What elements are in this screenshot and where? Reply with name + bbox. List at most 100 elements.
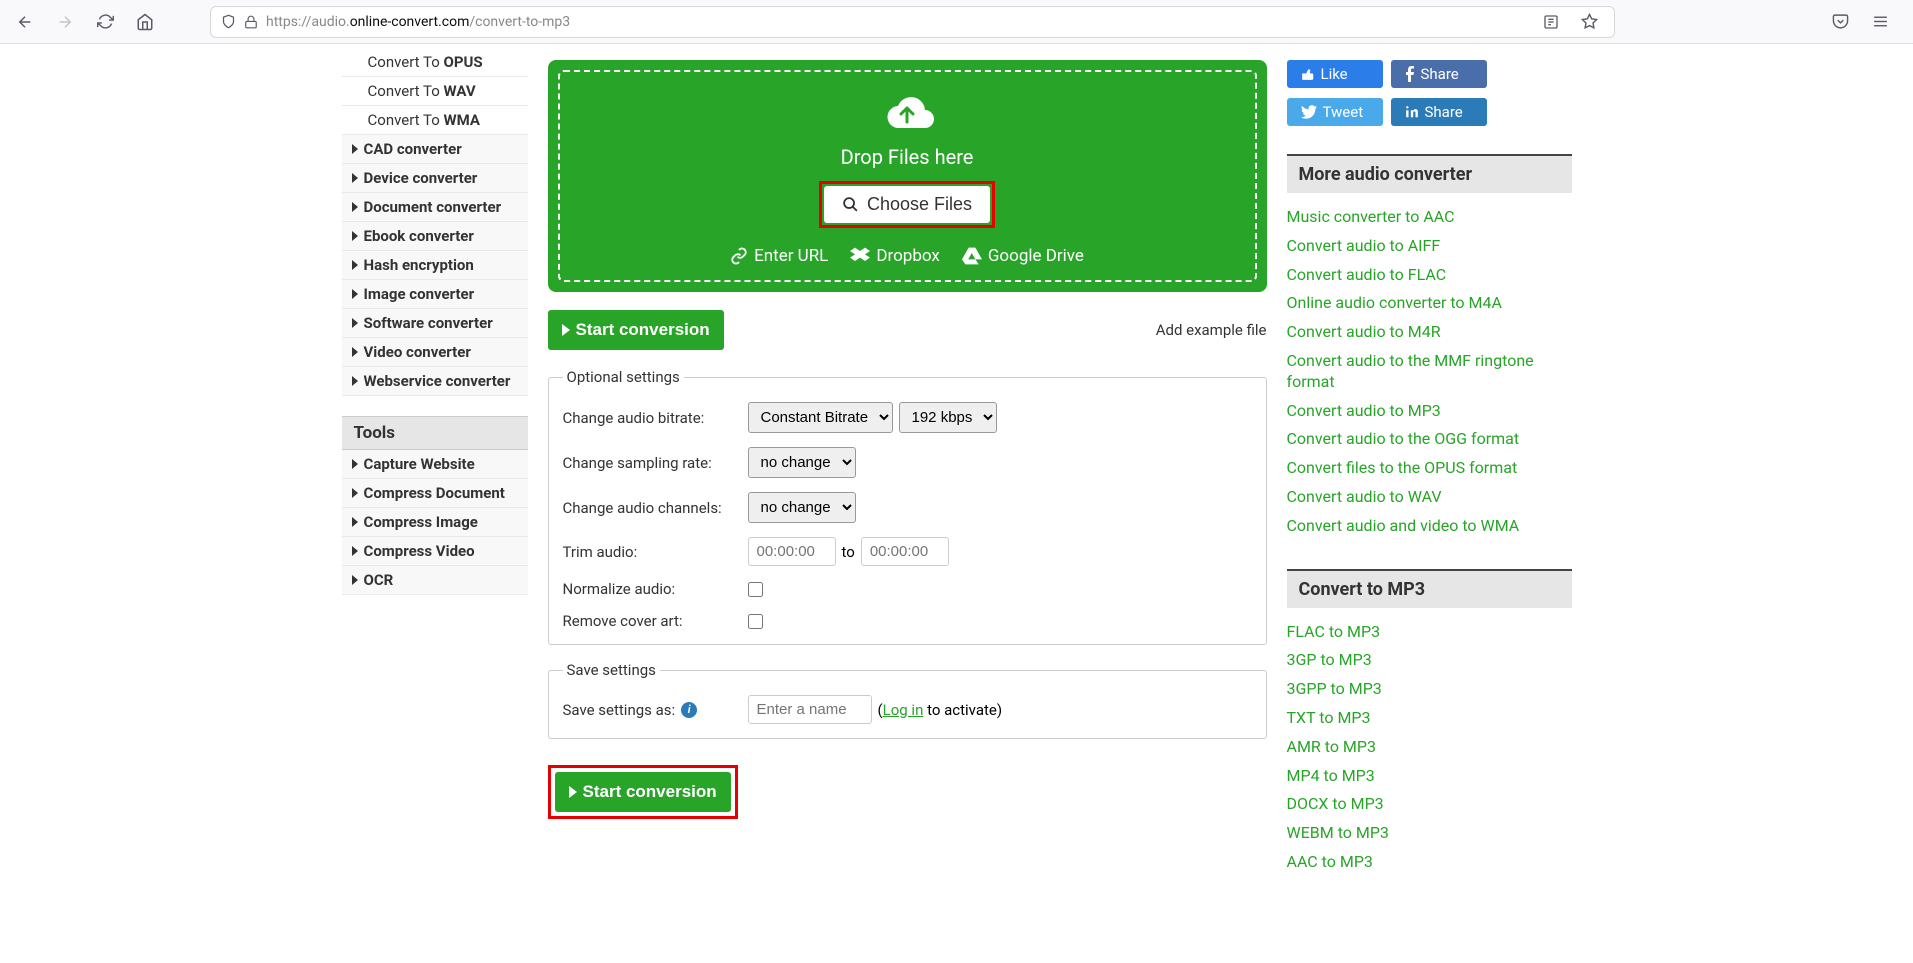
- choose-files-highlight: Choose Files: [819, 181, 995, 228]
- twitter-icon: [1301, 105, 1317, 119]
- mp3-converter-link[interactable]: DOCX to MP3: [1287, 790, 1572, 819]
- google-drive-link[interactable]: Google Drive: [962, 246, 1084, 266]
- tools-header: Tools: [342, 416, 528, 450]
- tweet-button[interactable]: Tweet: [1287, 98, 1383, 126]
- more-converter-link[interactable]: Convert audio to AIFF: [1287, 232, 1572, 261]
- reload-button[interactable]: [90, 7, 120, 37]
- optional-settings-fieldset: Optional settings Change audio bitrate: …: [548, 368, 1267, 645]
- more-converter-link[interactable]: Convert audio to the OGG format: [1287, 425, 1572, 454]
- facebook-icon: [1405, 66, 1415, 82]
- add-example-file-link[interactable]: Add example file: [1156, 321, 1267, 339]
- more-converter-link[interactable]: Convert audio to WAV: [1287, 483, 1572, 512]
- login-link[interactable]: Log in: [883, 701, 924, 719]
- cloud-upload-icon: [877, 90, 937, 135]
- sampling-label: Change sampling rate:: [563, 454, 748, 472]
- start-conversion-button-bottom[interactable]: Start conversion: [555, 772, 731, 812]
- optional-settings-legend: Optional settings: [563, 368, 684, 386]
- dropzone[interactable]: Drop Files here Choose Files Enter U: [548, 60, 1267, 292]
- trim-end-input[interactable]: [861, 537, 949, 566]
- mp3-converter-link[interactable]: 3GP to MP3: [1287, 646, 1572, 675]
- fb-like-button[interactable]: Like: [1287, 60, 1383, 88]
- mp3-converter-link[interactable]: AMR to MP3: [1287, 733, 1572, 762]
- channels-label: Change audio channels:: [563, 499, 748, 517]
- login-prompt: (Log in to activate): [878, 701, 1003, 719]
- lock-icon: [244, 15, 258, 29]
- sidebar-category-item[interactable]: Webservice converter: [342, 367, 528, 396]
- sidebar-tool-item[interactable]: OCR: [342, 566, 528, 595]
- save-settings-legend: Save settings: [563, 661, 660, 679]
- more-converter-link[interactable]: Convert files to the OPUS format: [1287, 454, 1572, 483]
- start-conversion-highlight: Start conversion: [548, 765, 738, 819]
- sidebar-category-item[interactable]: CAD converter: [342, 135, 528, 164]
- sidebar-category-item[interactable]: Document converter: [342, 193, 528, 222]
- drop-files-text: Drop Files here: [560, 145, 1255, 169]
- mp3-converter-link[interactable]: AAC to MP3: [1287, 848, 1572, 877]
- sidebar-category-item[interactable]: Device converter: [342, 164, 528, 193]
- sidebar-tool-item[interactable]: Compress Video: [342, 537, 528, 566]
- mp3-converter-link[interactable]: FLAC to MP3: [1287, 618, 1572, 647]
- trim-label: Trim audio:: [563, 543, 748, 561]
- sidebar-tool-item[interactable]: Capture Website: [342, 450, 528, 479]
- url-text: https://audio.online-convert.com/convert…: [266, 14, 1528, 30]
- save-name-input[interactable]: [748, 695, 872, 724]
- more-converter-link[interactable]: Music converter to AAC: [1287, 203, 1572, 232]
- mp3-converter-link[interactable]: MP4 to MP3: [1287, 762, 1572, 791]
- sidebar-category-item[interactable]: Hash encryption: [342, 251, 528, 280]
- url-bar[interactable]: https://audio.online-convert.com/convert…: [210, 6, 1615, 38]
- sidebar-category-item[interactable]: Video converter: [342, 338, 528, 367]
- cover-art-label: Remove cover art:: [563, 612, 748, 630]
- more-converter-header: More audio converter: [1287, 154, 1572, 193]
- bitrate-value-select[interactable]: 192 kbps: [899, 402, 997, 433]
- fb-share-button[interactable]: Share: [1391, 60, 1487, 88]
- sidebar-category-item[interactable]: Image converter: [342, 280, 528, 309]
- pocket-icon[interactable]: [1825, 7, 1855, 37]
- sidebar-category-item[interactable]: Ebook converter: [342, 222, 528, 251]
- more-converter-link[interactable]: Online audio converter to M4A: [1287, 289, 1572, 318]
- trim-start-input[interactable]: [748, 537, 836, 566]
- back-button[interactable]: [10, 7, 40, 37]
- dropbox-link[interactable]: Dropbox: [850, 246, 940, 266]
- bitrate-label: Change audio bitrate:: [563, 409, 748, 427]
- sampling-select[interactable]: no change: [748, 447, 856, 478]
- more-converter-link[interactable]: Convert audio to FLAC: [1287, 261, 1572, 290]
- right-sidebar: Like Share Tweet Share More audio conver…: [1287, 48, 1572, 877]
- bookmark-icon[interactable]: [1574, 7, 1604, 37]
- search-icon: [842, 196, 859, 213]
- google-drive-icon: [962, 247, 982, 265]
- dropbox-icon: [850, 247, 870, 265]
- link-icon: [730, 247, 748, 265]
- bitrate-mode-select[interactable]: Constant Bitrate: [748, 402, 893, 433]
- more-converter-link[interactable]: Convert audio to MP3: [1287, 397, 1572, 426]
- sidebar-tool-item[interactable]: Compress Document: [342, 479, 528, 508]
- sidebar: Convert To OPUSConvert To WAVConvert To …: [342, 48, 528, 877]
- more-converter-link[interactable]: Convert audio and video to WMA: [1287, 512, 1572, 541]
- thumbs-up-icon: [1301, 67, 1315, 81]
- forward-button[interactable]: [50, 7, 80, 37]
- choose-files-button[interactable]: Choose Files: [824, 186, 990, 223]
- main-content: Drop Files here Choose Files Enter U: [548, 48, 1267, 877]
- save-as-label: Save settings as: i: [563, 701, 718, 719]
- linkedin-share-button[interactable]: Share: [1391, 98, 1487, 126]
- mp3-converter-link[interactable]: TXT to MP3: [1287, 704, 1572, 733]
- mp3-converter-link[interactable]: WEBM to MP3: [1287, 819, 1572, 848]
- home-button[interactable]: [130, 7, 160, 37]
- channels-select[interactable]: no change: [748, 492, 856, 523]
- enter-url-link[interactable]: Enter URL: [730, 246, 828, 266]
- save-settings-fieldset: Save settings Save settings as: i (Log i…: [548, 661, 1267, 739]
- start-conversion-button-top[interactable]: Start conversion: [548, 310, 724, 350]
- more-converter-link[interactable]: Convert audio to the MMF ringtone format: [1287, 347, 1572, 397]
- sidebar-sub-item[interactable]: Convert To WMA: [342, 106, 528, 135]
- info-icon[interactable]: i: [681, 702, 697, 718]
- normalize-checkbox[interactable]: [748, 582, 763, 597]
- mp3-converter-link[interactable]: 3GPP to MP3: [1287, 675, 1572, 704]
- convert-to-mp3-header: Convert to MP3: [1287, 569, 1572, 608]
- cover-art-checkbox[interactable]: [748, 614, 763, 629]
- sidebar-sub-item[interactable]: Convert To WAV: [342, 77, 528, 106]
- sidebar-sub-item[interactable]: Convert To OPUS: [342, 48, 528, 77]
- trim-separator: to: [842, 543, 855, 561]
- sidebar-tool-item[interactable]: Compress Image: [342, 508, 528, 537]
- more-converter-link[interactable]: Convert audio to M4R: [1287, 318, 1572, 347]
- sidebar-category-item[interactable]: Software converter: [342, 309, 528, 338]
- menu-icon[interactable]: [1865, 7, 1895, 37]
- reader-icon[interactable]: [1536, 7, 1566, 37]
